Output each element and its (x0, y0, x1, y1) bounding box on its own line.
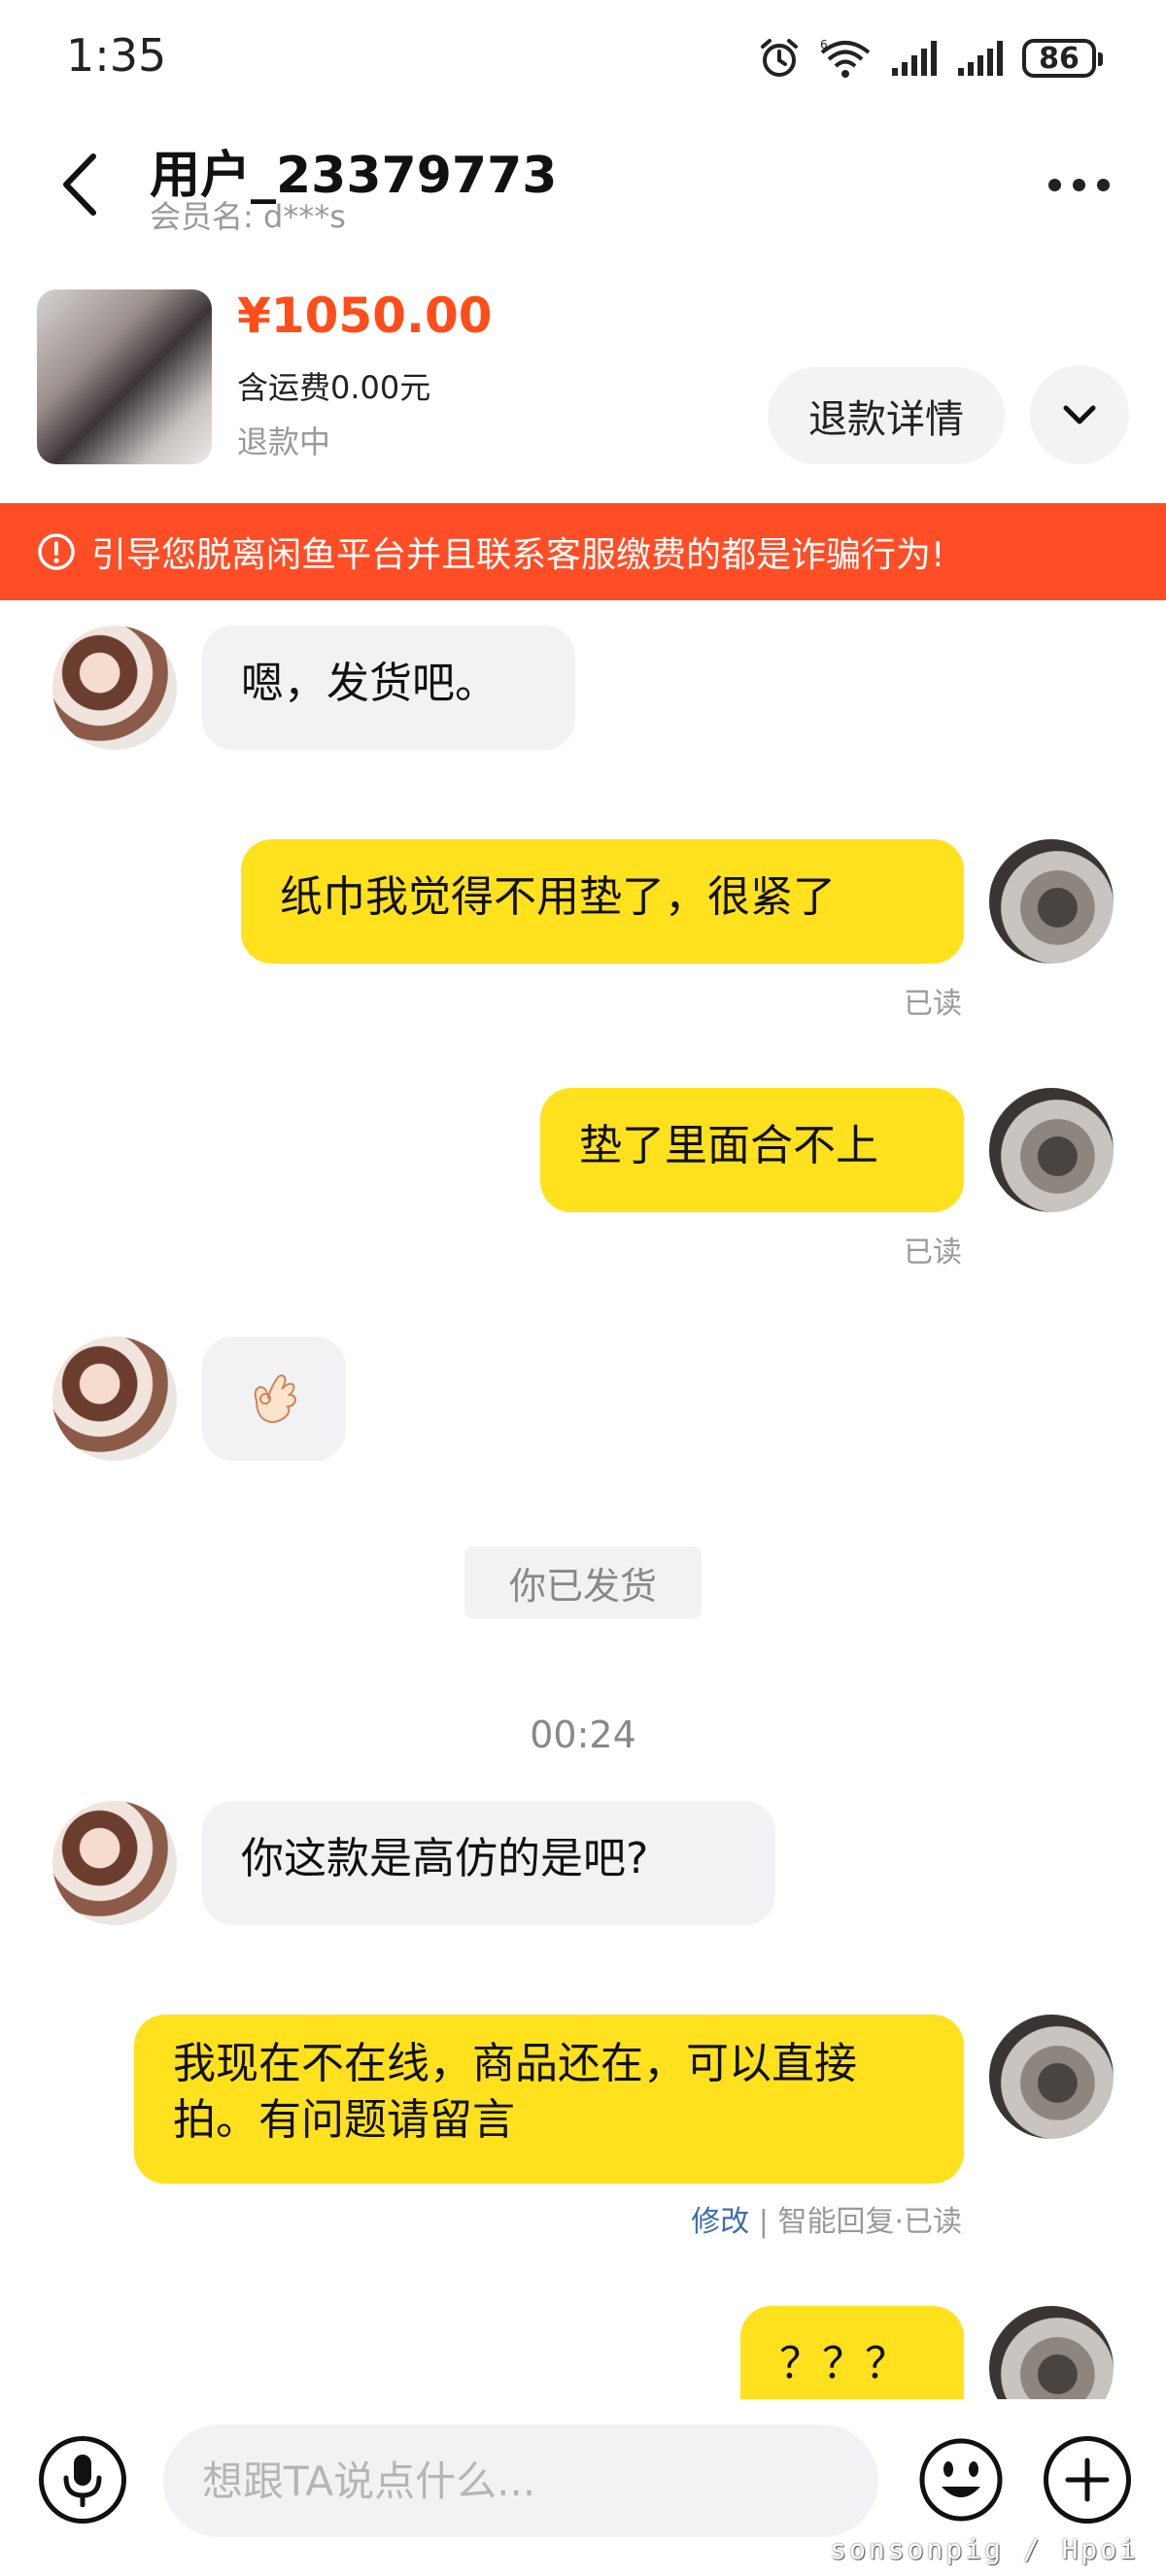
status-time: 1:35 (66, 29, 167, 82)
battery-level: 86 (1039, 41, 1080, 76)
microphone-icon (63, 2455, 102, 2507)
expand-card-button[interactable] (1030, 365, 1129, 464)
exclamation-circle-icon (38, 533, 75, 570)
message-bubble-sent[interactable]: 垫了里面合不上 (540, 1088, 964, 1212)
message-bubble-received[interactable]: 嗯，发货吧。 (202, 626, 575, 750)
message-meta: 修改 | 智能回复·已读 (691, 2197, 962, 2240)
watermark: sonsonpig / Hpoi (830, 2533, 1139, 2565)
signal-icon (892, 41, 937, 76)
refund-details-button[interactable]: 退款详情 (768, 367, 1005, 464)
system-notice-shipped: 你已发货 (464, 1546, 702, 1618)
plus-circle-icon (1065, 2457, 1110, 2502)
meta-separator: | (758, 2205, 769, 2239)
smart-reply-status: 智能回复·已读 (777, 2205, 962, 2239)
more-actions-button[interactable] (1044, 2436, 1131, 2524)
edit-reply-link[interactable]: 修改 (691, 2205, 749, 2239)
contact-avatar[interactable] (52, 626, 177, 750)
back-arrow-icon (63, 153, 96, 216)
back-button[interactable] (51, 146, 109, 223)
product-price: ¥1050.00 (237, 288, 493, 344)
message-bubble-sent[interactable]: 我现在不在线，商品还在，可以直接拍。有问题请留言 (134, 2015, 964, 2184)
order-status: 退款中 (237, 424, 331, 460)
read-receipt: 已读 (904, 987, 962, 1021)
signal-icon (958, 41, 1003, 76)
svg-text:6: 6 (820, 38, 828, 51)
member-name: d***s (262, 198, 346, 235)
my-avatar[interactable] (989, 839, 1114, 964)
warning-text: 引导您脱离闲鱼平台并且联系客服缴费的都是诈骗行为! (91, 535, 945, 575)
read-receipt: 已读 (904, 1236, 962, 1270)
member-label: 会员名: (150, 198, 254, 235)
message-bubble-received[interactable] (202, 1337, 346, 1461)
product-thumbnail[interactable] (37, 289, 212, 464)
status-icons: 6 86 (758, 33, 1103, 84)
more-options-button[interactable] (1040, 155, 1117, 214)
alarm-icon (761, 39, 798, 77)
emoji-button[interactable] (917, 2436, 1005, 2524)
my-avatar[interactable] (989, 1088, 1114, 1212)
contact-avatar[interactable] (52, 1801, 177, 1925)
smiley-icon (919, 2438, 1003, 2522)
message-timestamp: 00:24 (530, 1713, 636, 1756)
member-name-line: 会员名: d***s (150, 192, 346, 237)
chevron-down-icon (1063, 405, 1096, 424)
fraud-warning-banner[interactable]: 引导您脱离闲鱼平台并且联系客服缴费的都是诈骗行为! (0, 503, 1166, 600)
battery-icon: 86 (1022, 39, 1103, 78)
message-bubble-sent[interactable]: 纸巾我觉得不用垫了，很紧了 (241, 839, 964, 964)
message-bubble-received[interactable]: 你这款是高仿的是吧? (202, 1801, 775, 1925)
wifi-6-icon: 6 (820, 38, 871, 78)
my-avatar[interactable] (989, 2015, 1114, 2139)
voice-input-button[interactable] (39, 2436, 126, 2524)
message-input[interactable] (163, 2424, 878, 2537)
shipping-fee: 含运费0.00元 (237, 369, 431, 406)
ok-hand-emoji (254, 1374, 297, 1423)
contact-avatar[interactable] (52, 1337, 177, 1461)
more-icon (1047, 178, 1061, 191)
